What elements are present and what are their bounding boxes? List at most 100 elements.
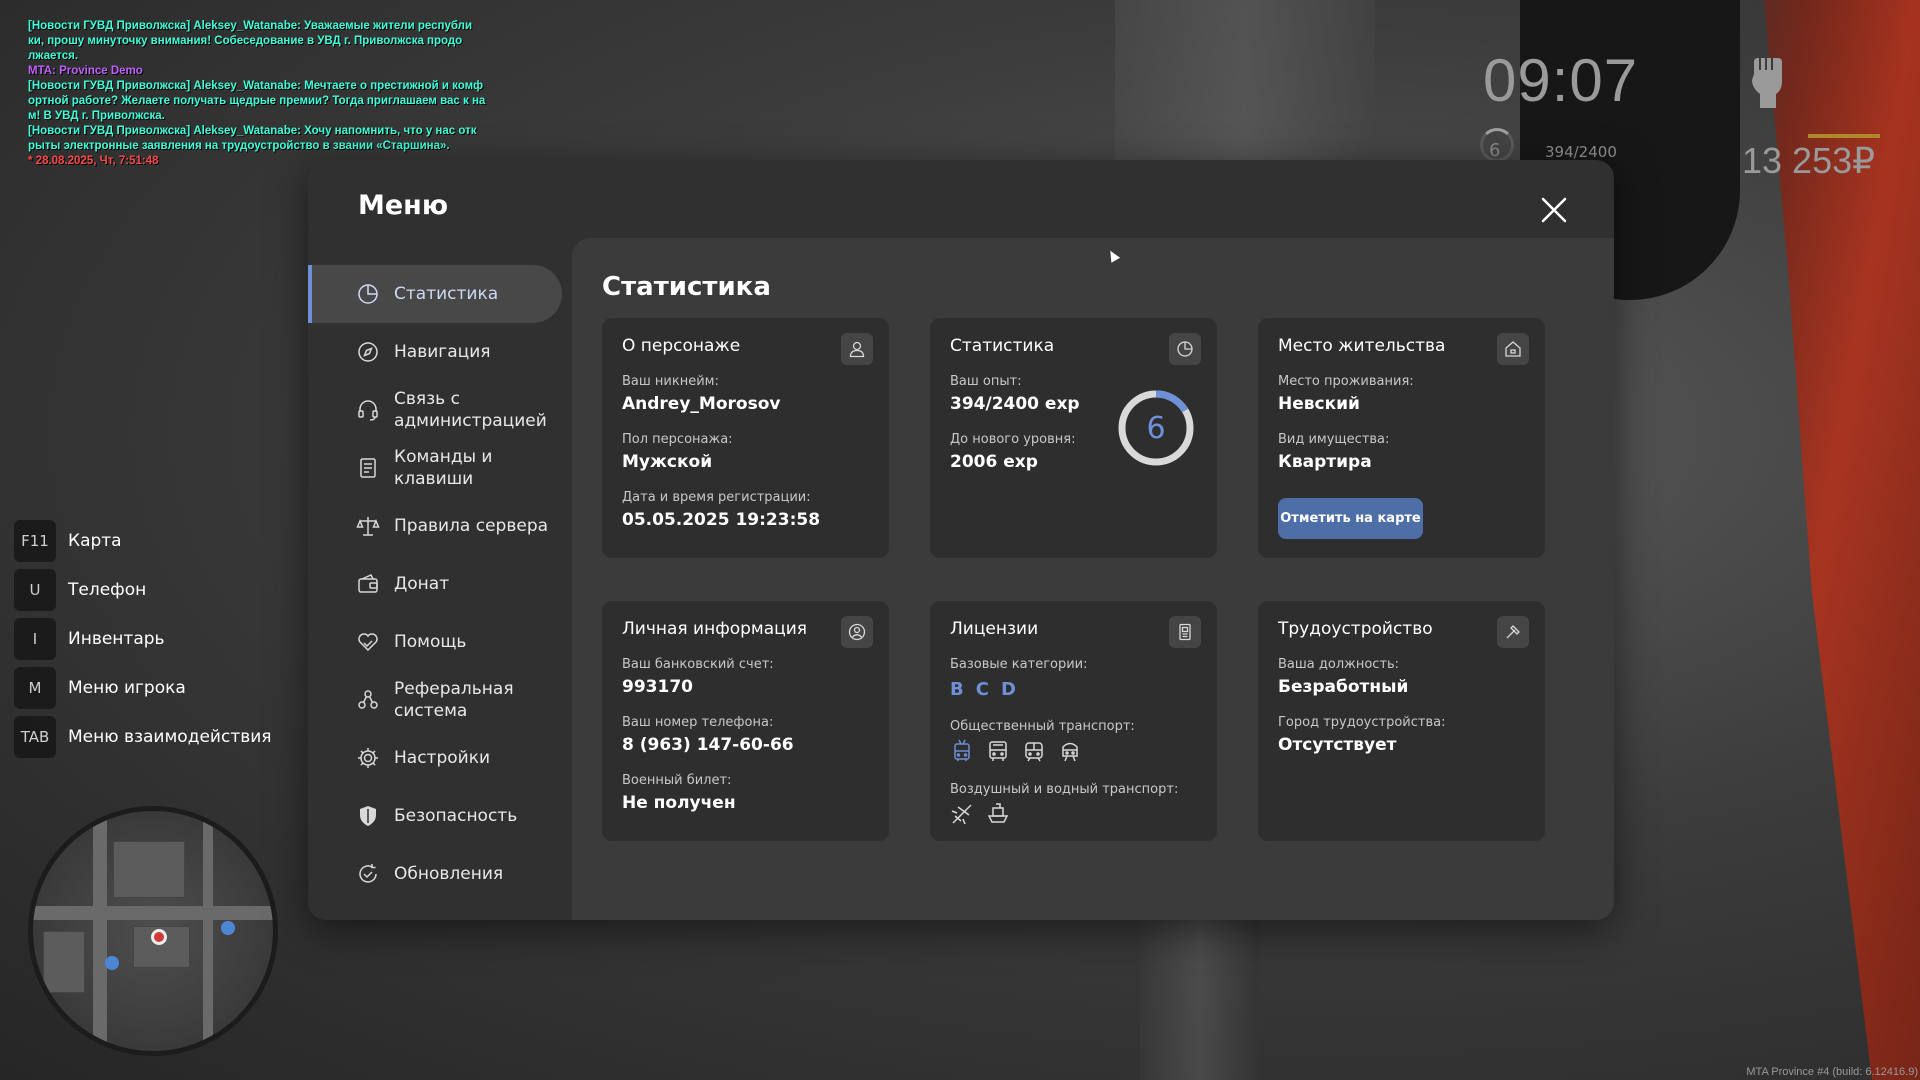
keybind-player-menu[interactable]: M Меню игрока (14, 663, 272, 712)
build-info: MTA Province #4 (build: 6.12416.9) (1746, 1066, 1918, 1078)
nav-item-donate[interactable]: Донат (308, 555, 564, 613)
map-marker-icon (221, 921, 235, 935)
nav-item-statistics[interactable]: Статистика (308, 265, 562, 323)
ship-icon (987, 803, 1009, 823)
field-label: Вид имущества: (1278, 432, 1390, 447)
key-badge: I (14, 617, 56, 660)
card-licenses: Лицензии Базовые категории: B C D Общест… (930, 601, 1217, 841)
nav-item-referral[interactable]: Реферальная система (308, 671, 564, 729)
key-label: Карта (68, 530, 122, 551)
field-label: Ваш банковский счет: (622, 657, 774, 672)
field-label: Ваш опыт: (950, 374, 1022, 389)
nav-item-help[interactable]: Помощь (308, 613, 564, 671)
next-level-value: 2006 exp (950, 452, 1038, 472)
keybind-inventory[interactable]: I Инвентарь (14, 614, 272, 663)
card-residence: Место жительства Место проживания: Невск… (1258, 318, 1545, 558)
card-personal-info: Личная информация Ваш банковский счет: 9… (602, 601, 889, 841)
main-menu-window: Меню Статистика Навигация Связь с админи… (308, 160, 1614, 920)
public-transport-licenses (950, 739, 1082, 763)
nav-item-navigation[interactable]: Навигация (308, 323, 564, 381)
field-label: Воздушный и водный транспорт: (950, 782, 1179, 797)
nav-item-updates[interactable]: Обновления (308, 845, 564, 903)
nav-label: Помощь (394, 632, 467, 652)
chat-line: [Новости ГУВД Приволжска] Aleksey_Watana… (28, 20, 473, 32)
user-icon (841, 333, 873, 365)
document-icon (356, 456, 380, 480)
military-id-value: Не получен (622, 793, 736, 813)
nav-label-line: Реферальная (394, 679, 514, 699)
compass-icon (356, 340, 380, 364)
level-value: 6 (1146, 410, 1166, 446)
close-icon[interactable] (1538, 194, 1570, 226)
user-circle-icon (841, 616, 873, 648)
key-label: Телефон (68, 579, 147, 600)
nav-label: Навигация (394, 342, 491, 362)
job-city-value: Отсутствует (1278, 735, 1397, 755)
phone-value: 8 (963) 147-60-66 (622, 735, 794, 755)
nav-item-commands[interactable]: Команды и клавиши (308, 439, 564, 497)
keybind-interaction-menu[interactable]: TAB Меню взаимодействия (14, 712, 272, 761)
license-category: D (1000, 679, 1016, 700)
nav-item-settings[interactable]: Настройки (308, 729, 564, 787)
plane-icon (951, 804, 972, 825)
statistics-content: Статистика О персонаже Ваш никнейм: Andr… (572, 238, 1614, 920)
registration-value: 05.05.2025 19:23:58 (622, 510, 821, 530)
card-title: О персонаже (622, 336, 741, 356)
key-badge: M (14, 666, 56, 709)
field-label: Ваш номер телефона: (622, 715, 774, 730)
card-title: Трудоустройство (1278, 619, 1433, 639)
headset-icon (356, 398, 380, 422)
trolleybus-icon (954, 739, 970, 761)
nav-label-line: клавиши (394, 469, 474, 489)
mark-on-map-button[interactable]: Отметить на карте (1278, 498, 1423, 539)
field-label: До нового уровня: (950, 432, 1076, 447)
field-label: Город трудоустройства: (1278, 715, 1446, 730)
nav-item-rules[interactable]: Правила сервера (308, 497, 564, 555)
minimap-building (43, 931, 85, 993)
nav-label: Донат (394, 574, 450, 594)
bus-icon (989, 741, 1007, 761)
chat-line: [Новости ГУВД Приволжска] Aleksey_Watana… (28, 80, 484, 92)
nav-label: Статистика (394, 284, 499, 304)
card-title: Лицензии (950, 619, 1039, 639)
nav-label: Правила сервера (394, 516, 549, 536)
home-icon (1497, 333, 1529, 365)
menu-title: Меню (358, 190, 449, 221)
chat-line: [Новости ГУВД Приволжска] Aleksey_Watana… (28, 125, 477, 137)
minimap-road (203, 811, 213, 1051)
train-icon (1062, 742, 1078, 762)
key-badge: U (14, 568, 56, 611)
keybind-phone[interactable]: U Телефон (14, 565, 272, 614)
nav-label: Обновления (394, 864, 504, 884)
position-value: Безработный (1278, 677, 1409, 697)
background-pillar (1140, 900, 1260, 1080)
key-label: Меню взаимодействия (68, 726, 272, 747)
key-label: Меню игрока (68, 677, 186, 698)
hud-money: 13 253₽ (1742, 140, 1876, 181)
nav-item-admin-contact[interactable]: Связь с администрацией (308, 381, 564, 439)
field-label: Ваш никнейм: (622, 374, 719, 389)
field-label: Место проживания: (1278, 374, 1414, 389)
menu-nav: Статистика Навигация Связь с администрац… (308, 265, 564, 903)
nav-label-line: система (394, 701, 468, 721)
player-marker-icon (151, 929, 167, 945)
nav-label-line: Связь с (394, 389, 460, 409)
heart-hand-icon (356, 630, 380, 654)
property-type-value: Квартира (1278, 452, 1372, 472)
minimap-road (33, 906, 273, 920)
pie-chart-icon (356, 282, 380, 306)
hammer-icon (1497, 616, 1529, 648)
content-title: Статистика (602, 272, 771, 302)
chat-line: рыты электронные заявления на трудоустро… (28, 140, 450, 152)
background-pillar (1115, 0, 1375, 160)
card-title: Личная информация (622, 619, 808, 639)
air-water-licenses (950, 802, 1010, 826)
keybind-map[interactable]: F11 Карта (14, 516, 272, 565)
nav-label-line: администрацией (394, 411, 547, 431)
chat-line: ортной работе? Желаете получать щедрые п… (28, 95, 486, 107)
fist-icon (1752, 58, 1782, 108)
license-categories: B C D (950, 679, 1016, 700)
nav-item-security[interactable]: Безопасность (308, 787, 564, 845)
card-statistics: Статистика Ваш опыт: 394/2400 exp До нов… (930, 318, 1217, 558)
hud-money-bar (1808, 134, 1880, 138)
